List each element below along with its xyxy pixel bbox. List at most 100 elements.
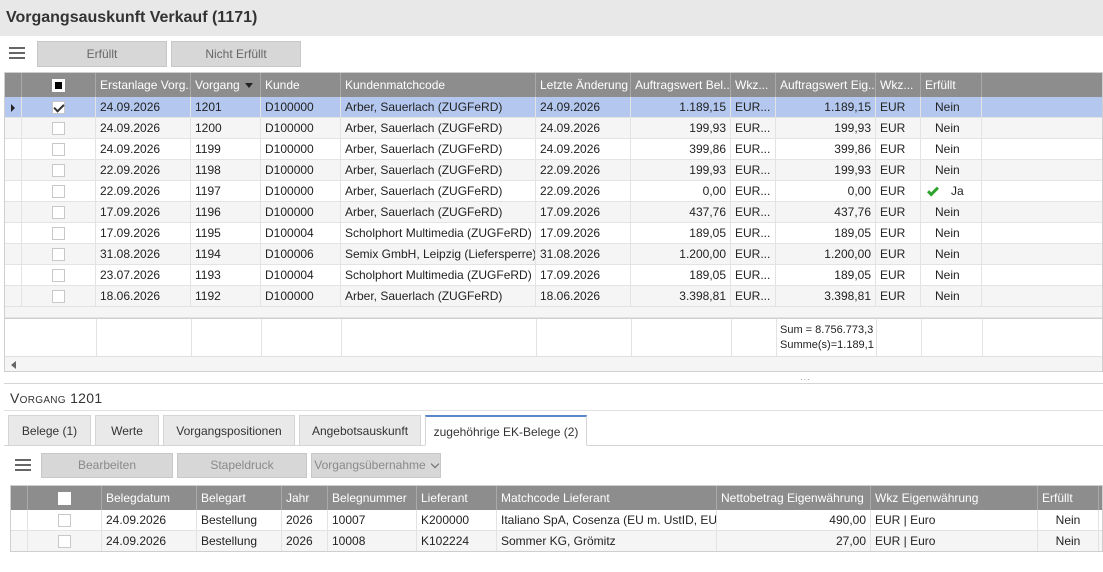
menu-icon[interactable]: [9, 47, 25, 60]
row-indicator[interactable]: [11, 531, 28, 551]
cell-auftragswert-beleg: 199,93: [631, 160, 731, 181]
row-indicator[interactable]: [5, 223, 22, 244]
check-icon: [926, 184, 940, 197]
summary-divider: [261, 319, 262, 356]
table-row[interactable]: 23.07.2026 1193 D100004 Scholphort Multimed…: [5, 265, 1102, 286]
chevron-down-icon: [430, 459, 439, 469]
row-indicator[interactable]: [11, 510, 28, 531]
row-select-cell[interactable]: [22, 139, 96, 160]
batch-print-button[interactable]: Stapeldruck: [177, 453, 307, 478]
table-row[interactable]: 17.09.2026 1195 D100004 Scholphort Multimed…: [5, 223, 1102, 244]
takeover-dropdown[interactable]: Vorgangsübernahme: [311, 453, 441, 478]
row-select-cell[interactable]: [22, 223, 96, 244]
col-header-erfuellt[interactable]: Erfüllt: [921, 73, 982, 97]
col-header-letzte-aenderung[interactable]: Letzte Änderung: [536, 73, 631, 97]
edit-button[interactable]: Bearbeiten: [41, 453, 173, 478]
table-row[interactable]: 22.09.2026 1198 D100000 Arber, Sauerlach (Z…: [5, 160, 1102, 181]
col-header-kundenmatchcode[interactable]: Kundenmatchcode: [341, 73, 536, 97]
col-header-wkz-beleg[interactable]: Wkz...: [731, 73, 776, 97]
table-row[interactable]: 18.06.2026 1192 D100000 Arber, Sauerlach (Z…: [5, 286, 1102, 307]
tab-belege[interactable]: Belege (1): [8, 415, 91, 446]
cell-nettobetrag: 27,00: [717, 531, 871, 551]
col-header-wkz-eigen[interactable]: Wkz Eigenwährung: [871, 486, 1038, 510]
col-header-erstanlage[interactable]: Erstanlage Vorg...: [96, 73, 191, 97]
row-checkbox[interactable]: [52, 227, 65, 241]
col-header-belegdatum[interactable]: Belegdatum: [102, 486, 197, 510]
table-row[interactable]: 24.09.2026 1201 D100000 Arber, Sauerlach (Z…: [5, 97, 1102, 118]
row-checkbox[interactable]: [52, 269, 65, 283]
row-filler: [982, 160, 1102, 181]
row-checkbox[interactable]: [52, 290, 65, 304]
cell-vorgang: 1195: [191, 223, 261, 244]
row-checkbox[interactable]: [52, 143, 65, 157]
tab-vorgangspositionen[interactable]: Vorgangspositionen: [163, 415, 295, 446]
detail-row-indicator-header: [11, 486, 28, 510]
col-header-kunde[interactable]: Kunde: [261, 73, 341, 97]
select-all-checkbox[interactable]: [52, 79, 65, 93]
col-header-nettobetrag[interactable]: Nettobetrag Eigenwährung: [717, 486, 871, 510]
table-row[interactable]: 31.08.2026 1194 D100006 Semix GmbH, Leipzig…: [5, 244, 1102, 265]
row-select-cell[interactable]: [22, 181, 96, 202]
col-header-belegnummer[interactable]: Belegnummer: [328, 486, 417, 510]
cell-auftragswert-beleg: 399,86: [631, 139, 731, 160]
row-select-cell[interactable]: [22, 202, 96, 223]
row-indicator[interactable]: [5, 265, 22, 286]
cell-kunde: D100000: [261, 118, 341, 139]
table-row[interactable]: 24.09.2026 Bestellung 2026 10007 K200000 Ital…: [11, 510, 1102, 531]
detail-select-all-cell[interactable]: [28, 486, 102, 510]
table-row[interactable]: 24.09.2026 1199 D100000 Arber, Sauerlach (Z…: [5, 139, 1102, 160]
col-header-detail-erfuellt[interactable]: Erfüllt: [1038, 486, 1099, 510]
tab-angebotsauskunft[interactable]: Angebotsauskunft: [299, 415, 421, 446]
row-indicator[interactable]: [5, 118, 22, 139]
row-indicator[interactable]: [5, 202, 22, 223]
row-indicator[interactable]: [5, 181, 22, 202]
row-select-cell[interactable]: [28, 510, 102, 531]
col-header-auftragswert-beleg[interactable]: Auftragswert Bel...: [631, 73, 731, 97]
row-indicator[interactable]: [5, 139, 22, 160]
row-select-cell[interactable]: [22, 265, 96, 286]
table-row[interactable]: 17.09.2026 1196 D100000 Arber, Sauerlach (Z…: [5, 202, 1102, 223]
row-checkbox[interactable]: [52, 101, 65, 115]
tab-werte[interactable]: Werte: [95, 415, 159, 446]
col-header-belegart[interactable]: Belegart: [197, 486, 282, 510]
table-row[interactable]: [5, 307, 1102, 318]
main-grid[interactable]: Erstanlage Vorg... Vorgang Kunde Kundenm…: [4, 72, 1103, 372]
scroll-left-icon[interactable]: [11, 361, 16, 369]
sort-desc-icon: [245, 83, 253, 88]
row-checkbox[interactable]: [52, 164, 65, 178]
row-indicator[interactable]: [5, 160, 22, 181]
row-select-cell[interactable]: [22, 160, 96, 181]
col-header-auftragswert-eigen[interactable]: Auftragswert Eig...: [776, 73, 876, 97]
row-checkbox[interactable]: [52, 248, 65, 262]
row-indicator[interactable]: [5, 97, 22, 118]
col-header-matchcode-lieferant[interactable]: Matchcode Lieferant: [497, 486, 717, 510]
col-header-wkz-eigen[interactable]: Wkz...: [876, 73, 921, 97]
select-all-cell[interactable]: [22, 73, 96, 97]
detail-grid[interactable]: Belegdatum Belegart Jahr Belegnummer Lie…: [10, 485, 1103, 552]
row-select-cell[interactable]: [22, 286, 96, 307]
fulfilled-button[interactable]: Erfüllt: [37, 41, 167, 67]
row-select-cell[interactable]: [22, 118, 96, 139]
row-indicator[interactable]: [5, 244, 22, 265]
row-select-cell[interactable]: [22, 244, 96, 265]
table-row[interactable]: 24.09.2026 1200 D100000 Arber, Sauerlach (Z…: [5, 118, 1102, 139]
row-checkbox[interactable]: [52, 206, 65, 220]
cell-auftragswert-eigen: 189,05: [776, 265, 876, 286]
detail-menu-icon[interactable]: [15, 459, 31, 472]
col-header-vorgang[interactable]: Vorgang: [191, 73, 261, 97]
row-checkbox[interactable]: [52, 122, 65, 136]
col-header-lieferant[interactable]: Lieferant: [417, 486, 497, 510]
row-checkbox[interactable]: [58, 535, 71, 549]
tab-ek-belege[interactable]: zugehöhrige EK-Belege (2): [425, 415, 587, 446]
row-checkbox[interactable]: [52, 185, 65, 199]
row-indicator[interactable]: [5, 286, 22, 307]
col-header-jahr[interactable]: Jahr: [282, 486, 328, 510]
row-select-cell[interactable]: [28, 531, 102, 551]
detail-select-all-checkbox[interactable]: [58, 492, 71, 506]
not-fulfilled-button[interactable]: Nicht Erfüllt: [171, 41, 301, 67]
table-row[interactable]: 24.09.2026 Bestellung 2026 10008 K102224 Somm…: [11, 531, 1102, 551]
table-row[interactable]: 22.09.2026 1197 D100000 Arber, Sauerlach (Z…: [5, 181, 1102, 202]
row-checkbox[interactable]: [58, 514, 71, 528]
horizontal-scrollbar[interactable]: [5, 356, 1102, 371]
row-select-cell[interactable]: [22, 97, 96, 118]
